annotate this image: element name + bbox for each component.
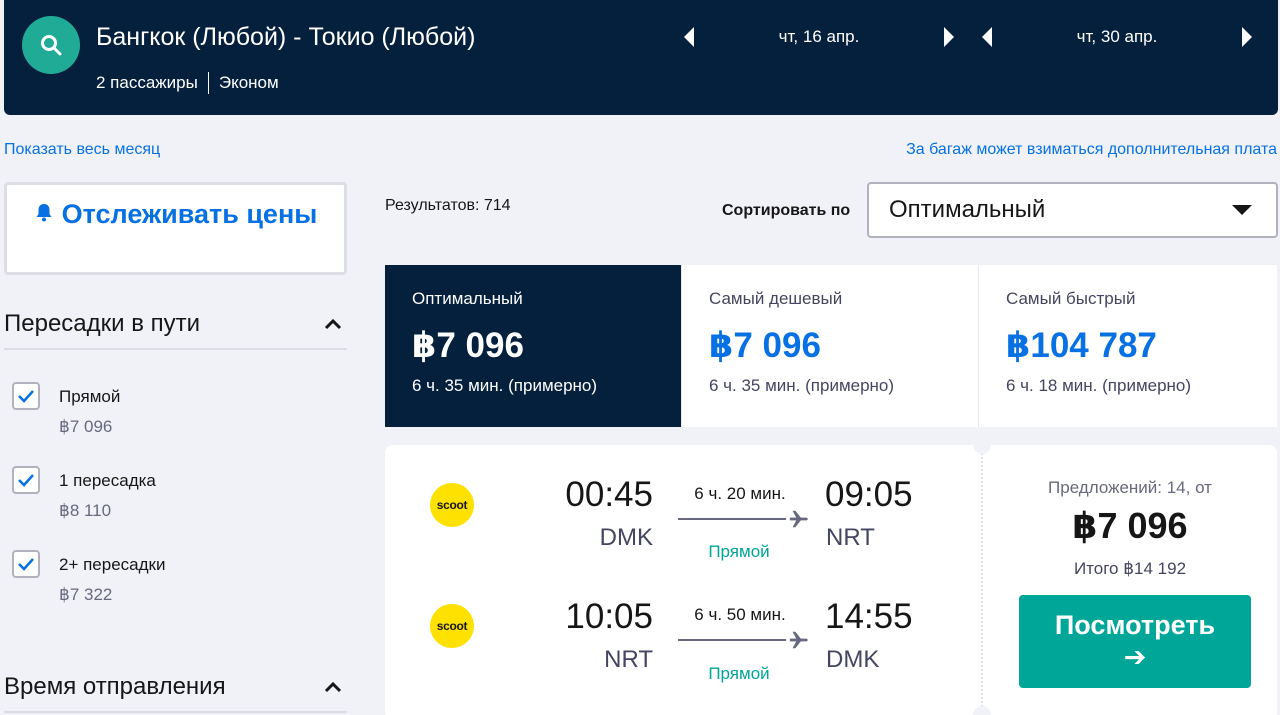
tab-duration: 6 ч. 35 мин. (примерно) <box>709 376 895 395</box>
sort-label: Сортировать по <box>722 202 851 219</box>
ticket-card[interactable]: scoot 00:45 DMK 6 ч. 20 мин. Прямой 09:0… <box>385 436 1277 715</box>
checkbox[interactable] <box>12 550 40 578</box>
track-prices-label: Отслеживать цены <box>61 199 318 229</box>
ticket-notch <box>973 706 991 715</box>
arrival-airport: NRT <box>826 524 875 551</box>
sort-selected-value: Оптимальный <box>889 196 1046 223</box>
option-price: ฿7 096 <box>59 417 113 436</box>
chevron-up-icon <box>324 681 342 693</box>
checkmark-icon <box>18 558 34 571</box>
departure-filter-header[interactable]: Время отправления <box>4 667 347 707</box>
airline-logo: scoot <box>430 604 474 648</box>
stops-label: Прямой <box>708 542 770 561</box>
chevron-up-icon <box>324 318 342 330</box>
option-price: ฿7 322 <box>59 585 113 604</box>
arrival-time: 09:05 <box>825 475 913 514</box>
outbound-prev-date-button[interactable] <box>674 22 704 52</box>
option-label: Прямой <box>59 387 121 406</box>
tab-duration: 6 ч. 18 мин. (примерно) <box>1006 376 1192 395</box>
stops-filter-header[interactable]: Пересадки в пути <box>4 304 347 344</box>
cabin-class: Эконом <box>218 73 279 92</box>
sort-select[interactable]: Оптимальный <box>867 182 1278 238</box>
checkbox[interactable] <box>12 382 40 410</box>
return-date-nav: чт, 30 апр. <box>972 22 1262 52</box>
option-price: ฿8 110 <box>59 501 112 520</box>
checkmark-icon <box>18 474 34 487</box>
return-date[interactable]: чт, 30 апр. <box>1002 27 1232 47</box>
tab-fastest[interactable]: Самый быстрый ฿104 787 6 ч. 18 мин. (при… <box>979 265 1277 427</box>
departure-time: 00:45 <box>565 475 653 514</box>
stops-option-two-plus[interactable]: 2+ пересадки ฿7 322 <box>12 550 312 610</box>
stops-filter-title: Пересадки в пути <box>4 310 201 337</box>
offers-count: Предложений: 14, от <box>1048 478 1212 497</box>
arrival-airport: DMK <box>826 646 880 673</box>
ticket-price: ฿7 096 <box>1072 505 1188 546</box>
caret-right-icon <box>1242 27 1252 47</box>
stops-option-direct[interactable]: Прямой ฿7 096 <box>12 382 312 442</box>
flight-line <box>678 518 786 520</box>
passengers-count: 2 пассажиры <box>96 73 198 92</box>
caret-left-icon <box>684 27 694 47</box>
divider <box>4 711 347 713</box>
checkmark-icon <box>18 390 34 403</box>
tab-cheapest[interactable]: Самый дешевый ฿7 096 6 ч. 35 мин. (приме… <box>682 265 979 427</box>
trip-details[interactable]: 2 пассажиры Эконом <box>96 72 279 94</box>
caret-left-icon <box>982 27 992 47</box>
tab-label: Оптимальный <box>412 289 523 308</box>
view-deal-label: Посмотреть <box>1054 610 1216 640</box>
search-icon <box>41 35 62 56</box>
departure-airport: NRT <box>604 646 653 673</box>
route-title[interactable]: Бангкок (Любой) - Токио (Любой) <box>96 23 475 52</box>
divider <box>4 348 347 350</box>
stops-label: Прямой <box>708 664 770 683</box>
arrow-right-icon: ➔ <box>1123 642 1147 672</box>
option-label: 2+ пересадки <box>59 555 166 574</box>
search-button[interactable] <box>22 16 80 74</box>
tab-label: Самый быстрый <box>1006 289 1136 308</box>
flight-duration: 6 ч. 20 мин. <box>694 484 786 503</box>
return-prev-date-button[interactable] <box>972 22 1002 52</box>
outbound-next-date-button[interactable] <box>934 22 964 52</box>
tab-best[interactable]: Оптимальный ฿7 096 6 ч. 35 мин. (примерн… <box>385 265 682 427</box>
checkbox[interactable] <box>12 466 40 494</box>
caret-down-icon <box>1232 205 1252 215</box>
tab-price: ฿7 096 <box>709 326 821 365</box>
departure-airport: DMK <box>599 524 653 551</box>
outbound-leg: scoot 00:45 DMK 6 ч. 20 мин. Прямой 09:0… <box>385 445 981 561</box>
arrival-time: 14:55 <box>825 597 913 636</box>
tab-price: ฿7 096 <box>412 326 524 365</box>
departure-filter-title: Время отправления <box>4 673 226 700</box>
outbound-date[interactable]: чт, 16 апр. <box>704 27 934 47</box>
return-next-date-button[interactable] <box>1232 22 1262 52</box>
departure-time: 10:05 <box>565 597 653 636</box>
view-deal-button[interactable]: Посмотреть ➔ <box>1019 595 1251 688</box>
show-month-link[interactable]: Показать весь месяц <box>4 141 160 159</box>
caret-right-icon <box>944 27 954 47</box>
divider <box>207 72 209 94</box>
search-summary-header: Бангкок (Любой) - Токио (Любой) 2 пассаж… <box>4 0 1278 115</box>
bell-icon <box>34 194 54 232</box>
tab-duration: 6 ч. 35 мин. (примерно) <box>412 376 598 395</box>
option-label: 1 пересадка <box>59 471 156 490</box>
sort-tabs: Оптимальный ฿7 096 6 ч. 35 мин. (примерн… <box>385 265 1277 427</box>
tab-label: Самый дешевый <box>709 289 843 308</box>
track-prices-button[interactable]: Отслеживать цены <box>4 182 347 275</box>
flight-duration: 6 ч. 50 мин. <box>694 605 786 624</box>
return-leg: scoot 10:05 NRT 6 ч. 50 мин. Прямой 14:5… <box>385 567 981 683</box>
airline-logo: scoot <box>430 483 474 527</box>
stops-option-one-stop[interactable]: 1 пересадка ฿8 110 <box>12 466 312 526</box>
results-count: Результатов: 714 <box>385 197 511 214</box>
baggage-fee-link[interactable]: За багаж может взиматься дополнительная … <box>906 141 1277 159</box>
total-price: Итого ฿14 192 <box>1073 559 1187 578</box>
flight-line <box>678 639 786 641</box>
plane-icon <box>789 631 808 649</box>
outbound-date-nav: чт, 16 апр. <box>674 22 964 52</box>
tab-price: ฿104 787 <box>1006 326 1157 365</box>
plane-icon <box>789 510 808 528</box>
